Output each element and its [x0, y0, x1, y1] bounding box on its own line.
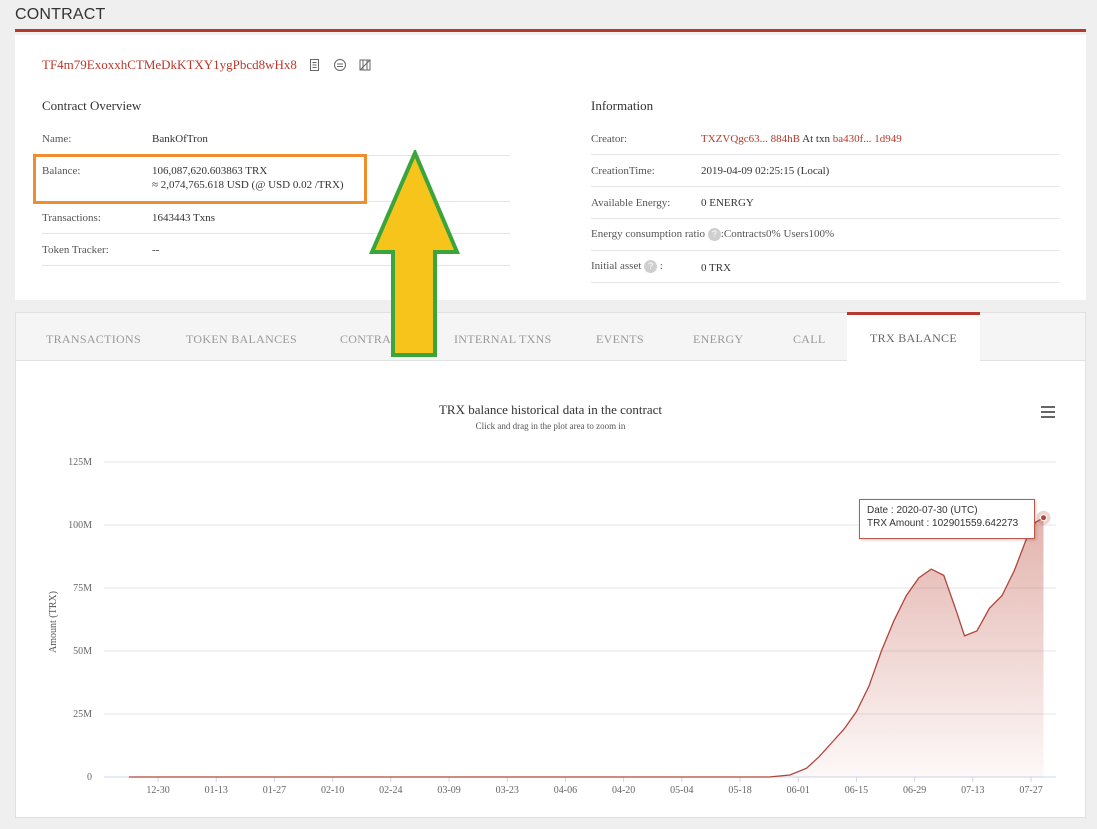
- tag-icon[interactable]: [358, 58, 372, 72]
- tab-card: TRANSACTIONS TOKEN BALANCES CONTRACT INT…: [15, 312, 1086, 818]
- tooltip-amount: TRX Amount : 102901559.642273: [867, 518, 1019, 529]
- tab-bar: TRANSACTIONS TOKEN BALANCES CONTRACT INT…: [16, 312, 1085, 361]
- contract-address-row: TF4m79ExoxxhCTMeDkKTXY1ygPbcd8wHx8: [42, 57, 372, 73]
- information-title: Information: [591, 98, 654, 113]
- tab-events[interactable]: EVENTS: [596, 313, 644, 361]
- chart-area[interactable]: TRX balance historical data in the contr…: [16, 361, 1085, 817]
- copy-icon[interactable]: [308, 58, 322, 72]
- transactions-value[interactable]: 1643443 Txns: [152, 211, 215, 226]
- contract-address[interactable]: TF4m79ExoxxhCTMeDkKTXY1ygPbcd8wHx8: [42, 57, 297, 73]
- name-value: BankOfTron: [152, 133, 208, 145]
- up-arrow-annotation: [369, 150, 461, 357]
- energy-value: 0 ENERGY: [701, 197, 754, 209]
- token-tracker-value: --: [152, 244, 160, 256]
- tab-internal-txns[interactable]: INTERNAL TXNS: [454, 313, 552, 361]
- energy-ratio-label: Energy consumption ratio: [591, 228, 706, 241]
- chart-menu-icon[interactable]: [1041, 406, 1055, 418]
- energy-ratio-label-group: Energy consumption ratio ?:Contracts0% U…: [591, 228, 834, 241]
- page-header: CONTRACT: [15, 0, 1086, 32]
- initial-asset-value: 0 TRX: [701, 262, 732, 274]
- creator-value: TXZVQgc63... 884hB At txn ba430f... 1d94…: [701, 132, 902, 147]
- energy-label: Available Energy:: [591, 197, 671, 209]
- creator-label: Creator:: [591, 133, 628, 145]
- qr-code-icon[interactable]: [333, 58, 347, 72]
- tab-energy[interactable]: ENERGY: [693, 313, 743, 361]
- creation-time-label: CreationTime:: [591, 165, 655, 177]
- tooltip-date: Date : 2020-07-30 (UTC): [867, 505, 978, 516]
- energy-ratio-value: :Contracts0% Users100%: [720, 228, 835, 241]
- initial-asset-label: Initial asset: [591, 260, 642, 273]
- creator-at-text: At txn: [802, 133, 830, 145]
- tab-call[interactable]: CALL: [793, 313, 826, 361]
- energy-row: Available Energy: 0 ENERGY: [591, 187, 1059, 219]
- energy-ratio-row: Energy consumption ratio ?:Contracts0% U…: [591, 219, 1059, 251]
- creation-time-row: CreationTime: 2019-04-09 02:25:15 (Local…: [591, 155, 1059, 187]
- creator-txn-link[interactable]: ba430f... 1d949: [833, 133, 902, 145]
- overview-title: Contract Overview: [42, 98, 142, 113]
- chart-title: TRX balance historical data in the contr…: [438, 402, 663, 417]
- tab-transactions[interactable]: TRANSACTIONS: [46, 313, 141, 361]
- token-tracker-label: Token Tracker:: [42, 244, 109, 256]
- help-icon[interactable]: ?: [644, 260, 658, 273]
- page-title: CONTRACT: [15, 6, 106, 23]
- initial-asset-row: Initial asset ? : 0 TRX: [591, 251, 1059, 283]
- transactions-label: Transactions:: [42, 212, 101, 224]
- balance-highlight-box: [33, 154, 367, 204]
- help-icon[interactable]: ?: [707, 228, 721, 241]
- chart-subtitle: Click and drag in the plot area to zoom …: [475, 421, 626, 431]
- creator-address-link[interactable]: TXZVQgc63... 884hB: [701, 133, 800, 145]
- name-label: Name:: [42, 133, 72, 145]
- chart-tooltip: Date : 2020-07-30 (UTC) TRX Amount : 102…: [859, 499, 1035, 539]
- tab-token-balances[interactable]: TOKEN BALANCES: [186, 313, 297, 361]
- initial-asset-label-group: Initial asset ? :: [591, 260, 663, 273]
- creator-row: Creator: TXZVQgc63... 884hB At txn ba430…: [591, 123, 1059, 155]
- tab-trx-balance[interactable]: TRX BALANCE: [847, 312, 980, 361]
- creation-time-value: 2019-04-09 02:25:15 (Local): [701, 165, 830, 177]
